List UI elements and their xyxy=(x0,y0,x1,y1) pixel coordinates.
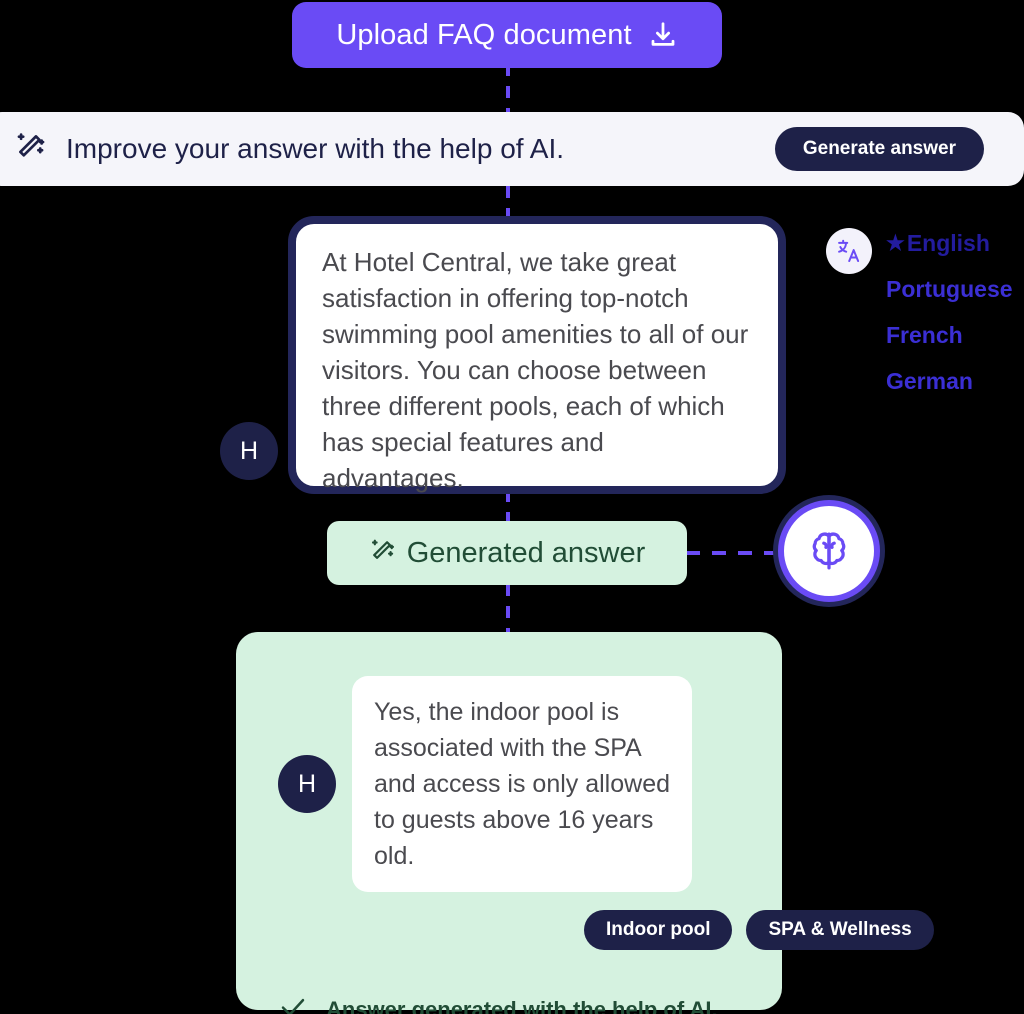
tag-row: Indoor pool SPA & Wellness xyxy=(236,910,934,950)
translate-icon[interactable] xyxy=(826,228,872,274)
connector-chip-to-green-card xyxy=(506,584,510,632)
language-label: German xyxy=(886,368,973,394)
ai-improve-banner: Improve your answer with the help of AI.… xyxy=(0,112,1024,186)
language-item-german[interactable]: German xyxy=(886,368,1013,395)
brain-icon[interactable] xyxy=(778,500,880,602)
language-item-french[interactable]: French xyxy=(886,322,1013,349)
ai-generated-footer: Answer generated with the help of AI. xyxy=(236,992,782,1014)
generated-answer-card: H Yes, the indoor pool is associated wit… xyxy=(236,632,934,1014)
flow-diagram: Upload FAQ document Improve your answer … xyxy=(0,0,1024,1014)
avatar: H xyxy=(278,755,336,813)
language-label: English xyxy=(906,230,990,256)
language-item-portuguese[interactable]: Portuguese xyxy=(886,276,1013,303)
language-list: ★ English Portuguese French German xyxy=(886,228,1013,414)
connector-upload-to-banner xyxy=(506,64,510,112)
generated-answer-body: Yes, the indoor pool is associated with … xyxy=(374,698,670,870)
avatar: H xyxy=(220,422,278,480)
ai-banner-text: Improve your answer with the help of AI. xyxy=(66,133,565,164)
tag-spa-wellness[interactable]: SPA & Wellness xyxy=(746,910,934,950)
generated-answer-chip[interactable]: Generated answer xyxy=(327,521,687,585)
language-label: French xyxy=(886,322,963,348)
answer-card-body: At Hotel Central, we take great satisfac… xyxy=(322,247,749,493)
language-item-english[interactable]: ★ English xyxy=(886,230,1013,257)
magic-wand-icon xyxy=(369,537,397,570)
language-label: Portuguese xyxy=(886,276,1013,302)
answer-card[interactable]: At Hotel Central, we take great satisfac… xyxy=(288,216,786,494)
generated-message-row: H Yes, the indoor pool is associated wit… xyxy=(236,676,782,892)
generate-answer-button[interactable]: Generate answer xyxy=(774,127,984,171)
ai-generated-footer-text: Answer generated with the help of AI. xyxy=(326,996,718,1014)
language-selector: ★ English Portuguese French German xyxy=(826,228,1013,414)
upload-button-label: Upload FAQ document xyxy=(336,18,632,51)
generated-answer-bubble[interactable]: Yes, the indoor pool is associated with … xyxy=(352,676,692,892)
connector-chip-to-brain xyxy=(686,551,782,555)
magic-wand-icon xyxy=(14,130,48,169)
check-icon xyxy=(278,992,308,1014)
tag-indoor-pool[interactable]: Indoor pool xyxy=(584,910,733,950)
upload-faq-document-button[interactable]: Upload FAQ document xyxy=(292,2,722,68)
generated-answer-chip-label: Generated answer xyxy=(406,536,646,569)
download-icon xyxy=(648,20,678,50)
star-icon: ★ xyxy=(886,232,905,255)
